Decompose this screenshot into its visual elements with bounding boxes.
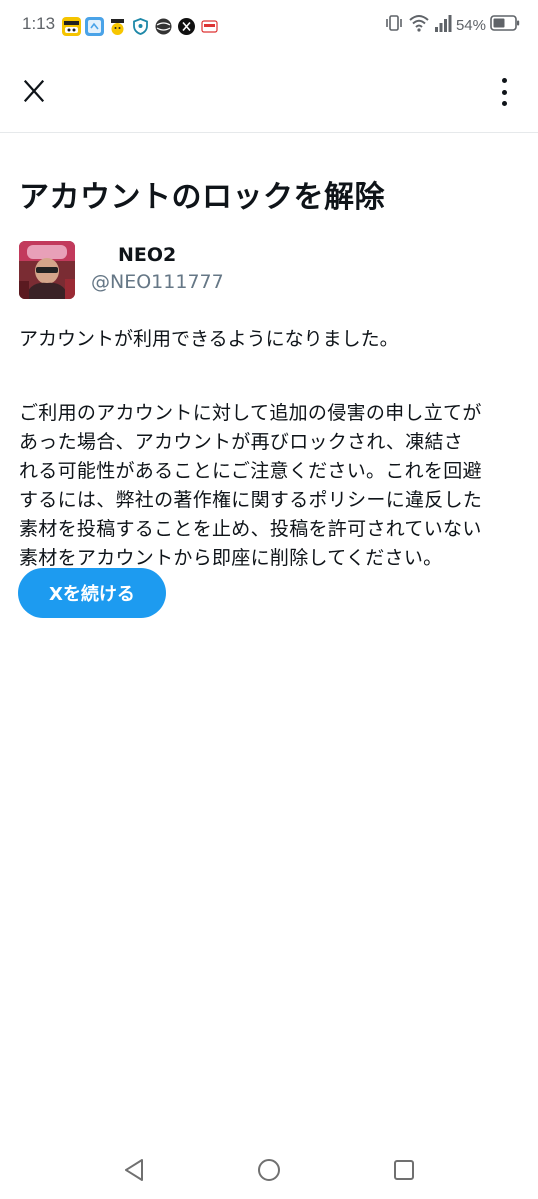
notification-icons (62, 15, 219, 37)
account-row: NEO2 @NEO111777 (19, 241, 519, 301)
username: @NEO111777 (91, 271, 224, 293)
vibrate-icon (384, 13, 404, 37)
more-vertical-icon (501, 78, 507, 83)
screen: 1:13 54% アカウントのロックを解除 NEO2 @NEO111777 アカ… (0, 0, 538, 1199)
system-nav-bar (0, 1142, 538, 1199)
notice-line: するには、弊社の著作権に関するポリシーに違反した (19, 489, 483, 511)
policy-notice: ご利用のアカウントに対して追加の侵害の申し立てが あった場合、アカウントが再びロッ… (19, 399, 524, 573)
notice-line: れる可能性があることにご注意ください。これを回避 (19, 460, 482, 482)
unlock-message: アカウントが利用できるようになりました。 (19, 325, 524, 354)
battery-percent: 54% (455, 16, 486, 34)
shop-app-icon (200, 16, 219, 36)
page-title: アカウントのロックを解除 (19, 180, 385, 215)
status-time: 1:13 (22, 14, 56, 33)
app-bar (0, 50, 538, 133)
notice-line: ご利用のアカウントに対して追加の侵害の申し立てが (19, 402, 482, 424)
home-icon[interactable] (255, 1156, 283, 1184)
continue-to-x-button[interactable]: Xを続ける (18, 568, 166, 618)
wifi-icon (408, 13, 430, 37)
x-logo-icon[interactable] (23, 79, 45, 103)
status-bar: 1:13 54% (0, 0, 538, 50)
notice-line: あった場合、アカウントが再びロックされ、凍結さ (19, 431, 464, 453)
back-icon[interactable] (120, 1156, 148, 1184)
weather-app-icon (85, 16, 104, 36)
notice-line: 素材を投稿することを止め、投稿を許可されていない (19, 518, 482, 540)
more-vertical-icon-dot-2 (501, 89, 507, 95)
x-app-icon (177, 16, 196, 36)
news-app-icon (62, 16, 81, 36)
face-app-icon (108, 16, 127, 36)
globe-app-icon (154, 16, 173, 36)
more-options-button[interactable] (492, 76, 516, 108)
recents-icon[interactable] (390, 1156, 418, 1184)
system-icons: 54% (384, 13, 520, 37)
notice-line: 素材をアカウントから即座に削除してください。 (19, 547, 443, 569)
signal-icon (434, 13, 452, 37)
display-name: NEO2 (118, 244, 177, 266)
more-vertical-icon-dot-3 (501, 101, 507, 106)
battery-icon (490, 14, 520, 36)
avatar (19, 241, 75, 299)
message-line: アカウントが利用できるようになりました。 (19, 328, 399, 350)
shield-app-icon (131, 16, 150, 36)
